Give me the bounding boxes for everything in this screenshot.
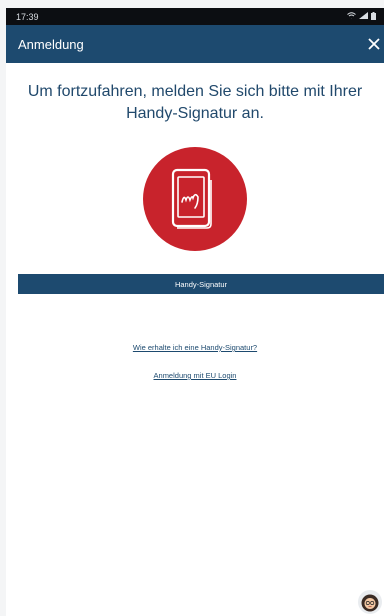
close-icon[interactable] [368,35,380,53]
eu-login-link[interactable]: Anmeldung mit EU Login [6,371,384,380]
status-time: 17:39 [16,11,39,22]
app-bar: Anmeldung [6,25,384,63]
how-to-get-signature-link[interactable]: Wie erhalte ich eine Handy-Signatur? [6,343,384,352]
screen: 17:39 Anmeldung Um fortzufahren, melden … [6,8,384,616]
status-bar: 17:39 [6,8,384,25]
logo-container [6,147,384,251]
page-heading: Um fortzufahren, melden Sie sich bitte m… [27,83,363,122]
signal-icon [359,12,368,21]
wifi-icon [347,12,356,21]
app-title: Anmeldung [18,36,84,52]
handy-signatur-button[interactable]: Handy-Signatur [18,274,384,294]
help-links: Wie erhalte ich eine Handy-Signatur? Anm… [6,343,384,380]
handy-signatur-logo [143,147,247,251]
status-icons [347,11,376,22]
handy-signatur-phone-icon [171,168,212,229]
assistant-avatar-icon [361,594,379,612]
battery-icon [371,11,376,22]
assistant-avatar-button[interactable] [358,590,382,614]
